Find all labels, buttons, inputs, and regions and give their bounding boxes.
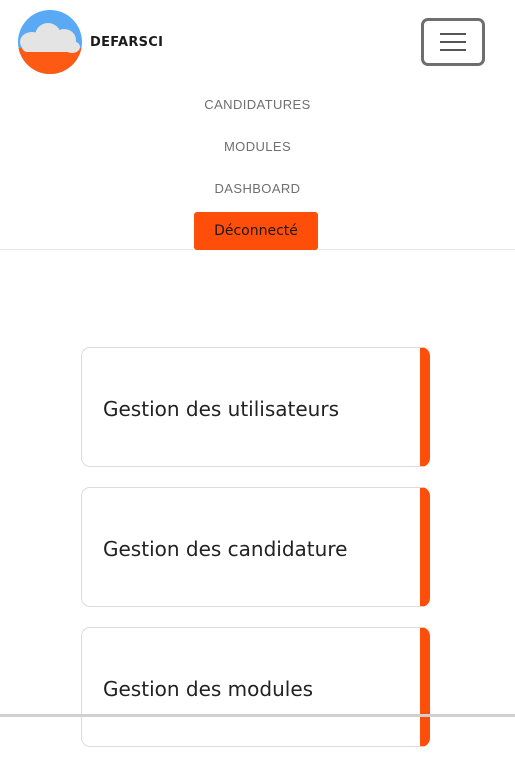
- nav-link-candidatures[interactable]: CANDIDATURES: [204, 86, 310, 128]
- brand-link[interactable]: DEFARSCI: [18, 10, 163, 74]
- nav-link-modules[interactable]: MODULES: [224, 128, 291, 170]
- card-module-management[interactable]: Gestion des modules: [81, 627, 430, 747]
- nav-link-dashboard[interactable]: DASHBOARD: [215, 170, 301, 212]
- nav-item: MODULES: [0, 128, 515, 170]
- nav-menu: CANDIDATURES MODULES DASHBOARD: [0, 86, 515, 212]
- card-title: Gestion des utilisateurs: [103, 397, 339, 421]
- nav-item: DASHBOARD: [0, 170, 515, 212]
- hamburger-icon: [440, 33, 466, 51]
- card-title: Gestion des modules: [103, 677, 314, 701]
- navbar: DEFARSCI CANDIDATURES MODULES DASHBOARD …: [0, 0, 515, 250]
- logout-button[interactable]: Déconnecté: [194, 212, 318, 250]
- card-user-management[interactable]: Gestion des utilisateurs: [81, 347, 430, 467]
- card-application-management[interactable]: Gestion des candidature: [81, 487, 430, 607]
- management-cards: Gestion des utilisateurs Gestion des can…: [81, 347, 430, 767]
- menu-toggle-button[interactable]: [421, 18, 485, 66]
- card-title: Gestion des candidature: [103, 537, 348, 561]
- brand-name: DEFARSCI: [90, 34, 164, 50]
- logo-icon: [18, 10, 82, 74]
- nav-item: CANDIDATURES: [0, 86, 515, 128]
